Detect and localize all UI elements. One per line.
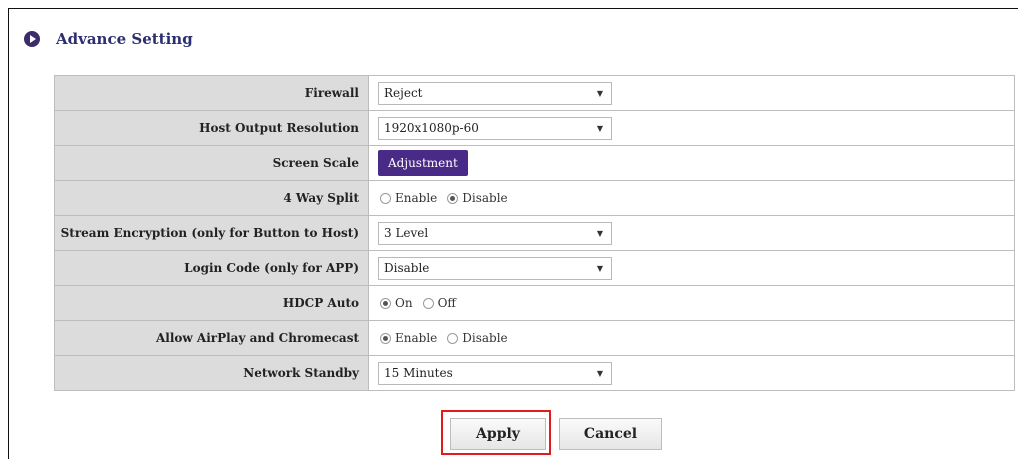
frame-top-border [8,8,1018,9]
setting-row-host-output-resolution: Host Output Resolution 1920x1080p-60 ▼ [54,110,1015,146]
setting-row-4-way-split: 4 Way Split Enable Disable [54,180,1015,216]
4-way-split-radio-group: Enable Disable [378,191,516,205]
setting-label: Allow AirPlay and Chromecast [54,320,369,356]
setting-label: 4 Way Split [54,180,369,216]
apply-button[interactable]: Apply [450,418,546,450]
setting-row-firewall: Firewall Reject ▼ [54,75,1015,111]
radio-label: Disable [462,331,508,345]
setting-label: Network Standby [54,355,369,391]
select-value: 3 Level [384,226,429,240]
chevron-down-icon: ▼ [596,123,603,133]
hdcp-auto-radio-group: On Off [378,296,464,310]
radio-label: Enable [395,331,438,345]
section-header: Advance Setting [24,28,193,50]
radio-disable[interactable] [447,332,459,344]
airplay-chromecast-radio-group: Enable Disable [378,331,516,345]
play-icon [24,31,40,47]
settings-table: Firewall Reject ▼ Host Output Resolution… [54,75,1015,391]
login-code-select[interactable]: Disable ▼ [378,256,612,280]
setting-row-login-code: Login Code (only for APP) Disable ▼ [54,250,1015,286]
setting-label: Screen Scale [54,145,369,181]
chevron-down-icon: ▼ [596,368,603,378]
host-output-resolution-select[interactable]: 1920x1080p-60 ▼ [378,116,612,140]
radio-disable[interactable] [447,192,459,204]
section-title: Advance Setting [56,30,193,48]
network-standby-select[interactable]: 15 Minutes ▼ [378,361,612,385]
cancel-button[interactable]: Cancel [559,418,662,450]
stream-encryption-select[interactable]: 3 Level ▼ [378,221,612,245]
setting-label: Firewall [54,75,369,111]
setting-label: HDCP Auto [54,285,369,321]
setting-row-airplay-chromecast: Allow AirPlay and Chromecast Enable Disa… [54,320,1015,356]
radio-label: On [395,296,413,310]
select-value: Reject [384,86,423,100]
chevron-down-icon: ▼ [596,228,603,238]
chevron-down-icon: ▼ [596,263,603,273]
setting-row-network-standby: Network Standby 15 Minutes ▼ [54,355,1015,391]
adjustment-button[interactable]: Adjustment [378,150,468,176]
setting-row-screen-scale: Screen Scale Adjustment [54,145,1015,181]
select-value: 15 Minutes [384,366,453,380]
frame-left-border [8,8,9,459]
setting-row-hdcp-auto: HDCP Auto On Off [54,285,1015,321]
firewall-select[interactable]: Reject ▼ [378,81,612,105]
radio-enable[interactable] [380,192,391,204]
radio-label: Off [437,296,456,310]
select-value: 1920x1080p-60 [384,121,479,135]
radio-on[interactable] [380,297,391,309]
radio-label: Enable [395,191,438,205]
radio-enable[interactable] [380,332,391,344]
chevron-down-icon: ▼ [596,88,603,98]
setting-row-stream-encryption: Stream Encryption (only for Button to Ho… [54,215,1015,251]
setting-label: Host Output Resolution [54,110,369,146]
radio-label: Disable [462,191,508,205]
radio-off[interactable] [422,297,434,309]
select-value: Disable [384,261,430,275]
setting-label: Stream Encryption (only for Button to Ho… [54,215,369,251]
setting-label: Login Code (only for APP) [54,250,369,286]
